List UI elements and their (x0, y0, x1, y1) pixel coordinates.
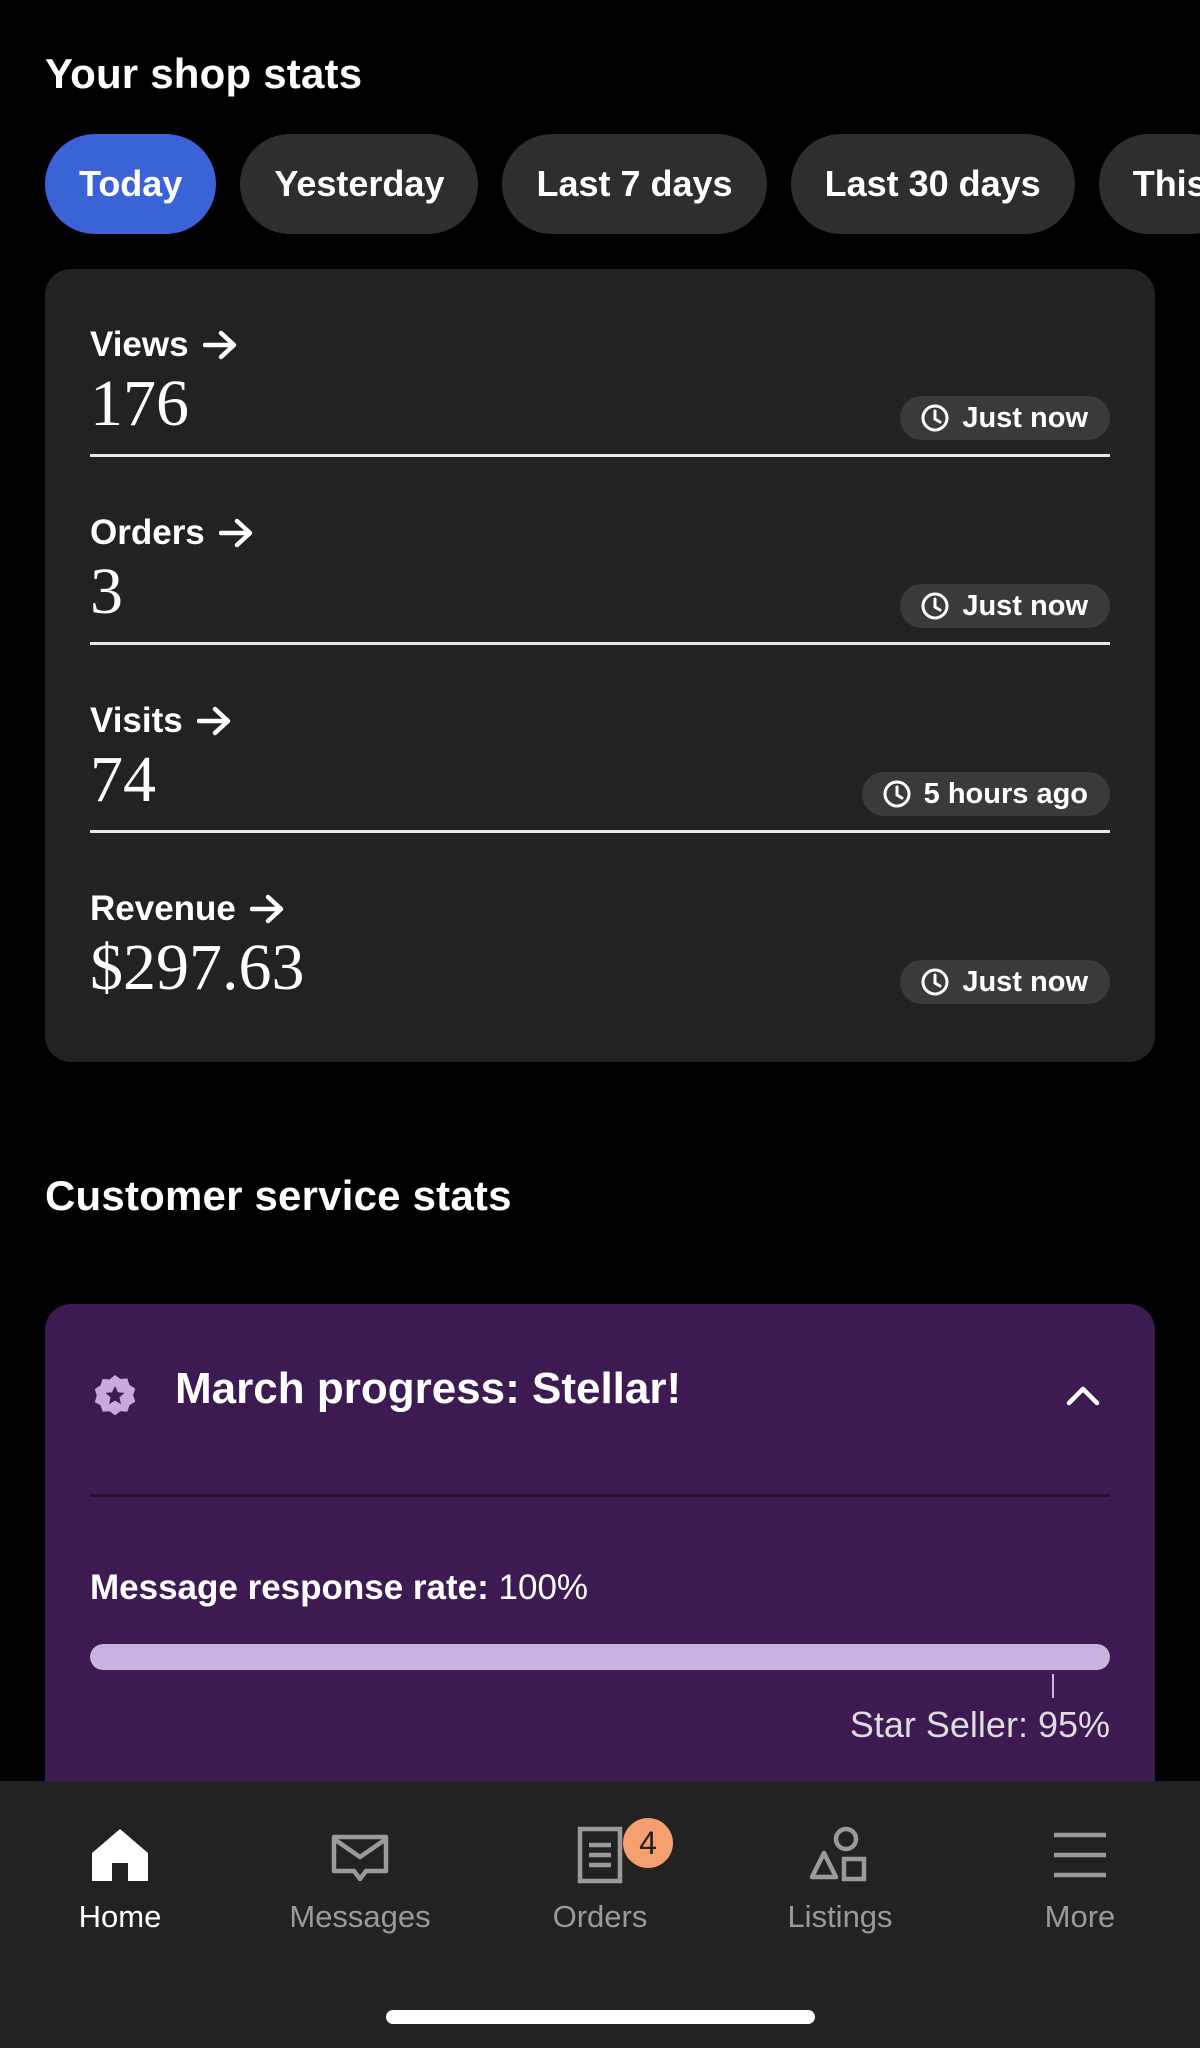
filter-yesterday[interactable]: Yesterday (240, 134, 479, 234)
star-seller-threshold-label: Star Seller: 95% (849, 1704, 1110, 1745)
response-rate-value: 100% (498, 1568, 589, 1607)
clock-icon (921, 592, 949, 620)
star-seller-threshold-tick (1052, 1674, 1054, 1698)
stat-value: 176 (90, 367, 189, 440)
stat-value: $297.63 (90, 931, 305, 1004)
orders-icon (577, 1826, 623, 1884)
star-badge-icon (94, 1375, 136, 1416)
stat-value: 3 (90, 555, 123, 628)
stat-label: Revenue (90, 889, 286, 929)
nav-listings[interactable]: Listings (720, 1823, 960, 1935)
nav-home[interactable]: Home (0, 1823, 240, 1935)
customer-service-title: Customer service stats (45, 1172, 512, 1219)
filter-today[interactable]: Today (45, 134, 217, 234)
stat-revenue[interactable]: Revenue $297.63 Just now (90, 833, 1110, 1021)
updated-badge: Just now (900, 584, 1110, 628)
filter-last-7-days[interactable]: Last 7 days (502, 134, 767, 234)
response-rate-line: Message response rate: 100% (90, 1568, 588, 1608)
response-rate-progress-bar (90, 1644, 1110, 1670)
stat-orders[interactable]: Orders 3 Just now (90, 457, 1110, 645)
updated-badge: 5 hours ago (861, 772, 1110, 816)
shop-stats-card: Views 176 Just now Orders 3 Just now Vis… (45, 269, 1155, 1062)
updated-badge: Just now (900, 960, 1110, 1004)
menu-icon (1054, 1832, 1106, 1878)
response-rate-label: Message response rate: (90, 1568, 489, 1607)
stat-value: 74 (90, 743, 156, 816)
stat-label: Views (90, 325, 239, 365)
nav-more[interactable]: More (960, 1823, 1200, 1935)
nav-orders[interactable]: Orders 4 (480, 1818, 720, 1935)
arrow-right-icon (249, 894, 284, 924)
stat-visits[interactable]: Visits 74 5 hours ago (90, 645, 1110, 833)
arrow-right-icon (218, 518, 253, 548)
updated-badge: Just now (900, 396, 1110, 440)
arrow-right-icon (202, 330, 236, 360)
divider (90, 1494, 1110, 1497)
filter-last-30-days[interactable]: Last 30 days (790, 134, 1075, 234)
orders-count-badge: 4 (623, 1818, 673, 1868)
home-icon (92, 1829, 148, 1881)
shapes-icon (809, 1826, 867, 1882)
filter-this-period[interactable]: This (1098, 134, 1200, 234)
clock-icon (921, 404, 949, 432)
progress-title: March progress: Stellar! (175, 1364, 682, 1413)
progress-fill (90, 1644, 1110, 1670)
mail-icon (331, 1834, 389, 1882)
star-seller-progress-card: March progress: Stellar! Message respons… (45, 1304, 1155, 1824)
stat-views[interactable]: Views 176 Just now (90, 269, 1110, 457)
shop-stats-title: Your shop stats (45, 50, 363, 97)
stat-label: Visits (90, 701, 233, 741)
stat-label: Orders (90, 513, 255, 553)
clock-icon (921, 968, 949, 996)
arrow-right-icon (196, 706, 230, 736)
home-indicator (386, 2010, 815, 2024)
nav-messages[interactable]: Messages (240, 1823, 480, 1935)
date-filter-chips: Today Yesterday Last 7 days Last 30 days… (45, 134, 1200, 234)
bottom-navigation: Home Messages Orders 4 Listings More (0, 1781, 1200, 2048)
chevron-up-icon[interactable] (1063, 1376, 1103, 1416)
clock-icon (883, 780, 911, 808)
